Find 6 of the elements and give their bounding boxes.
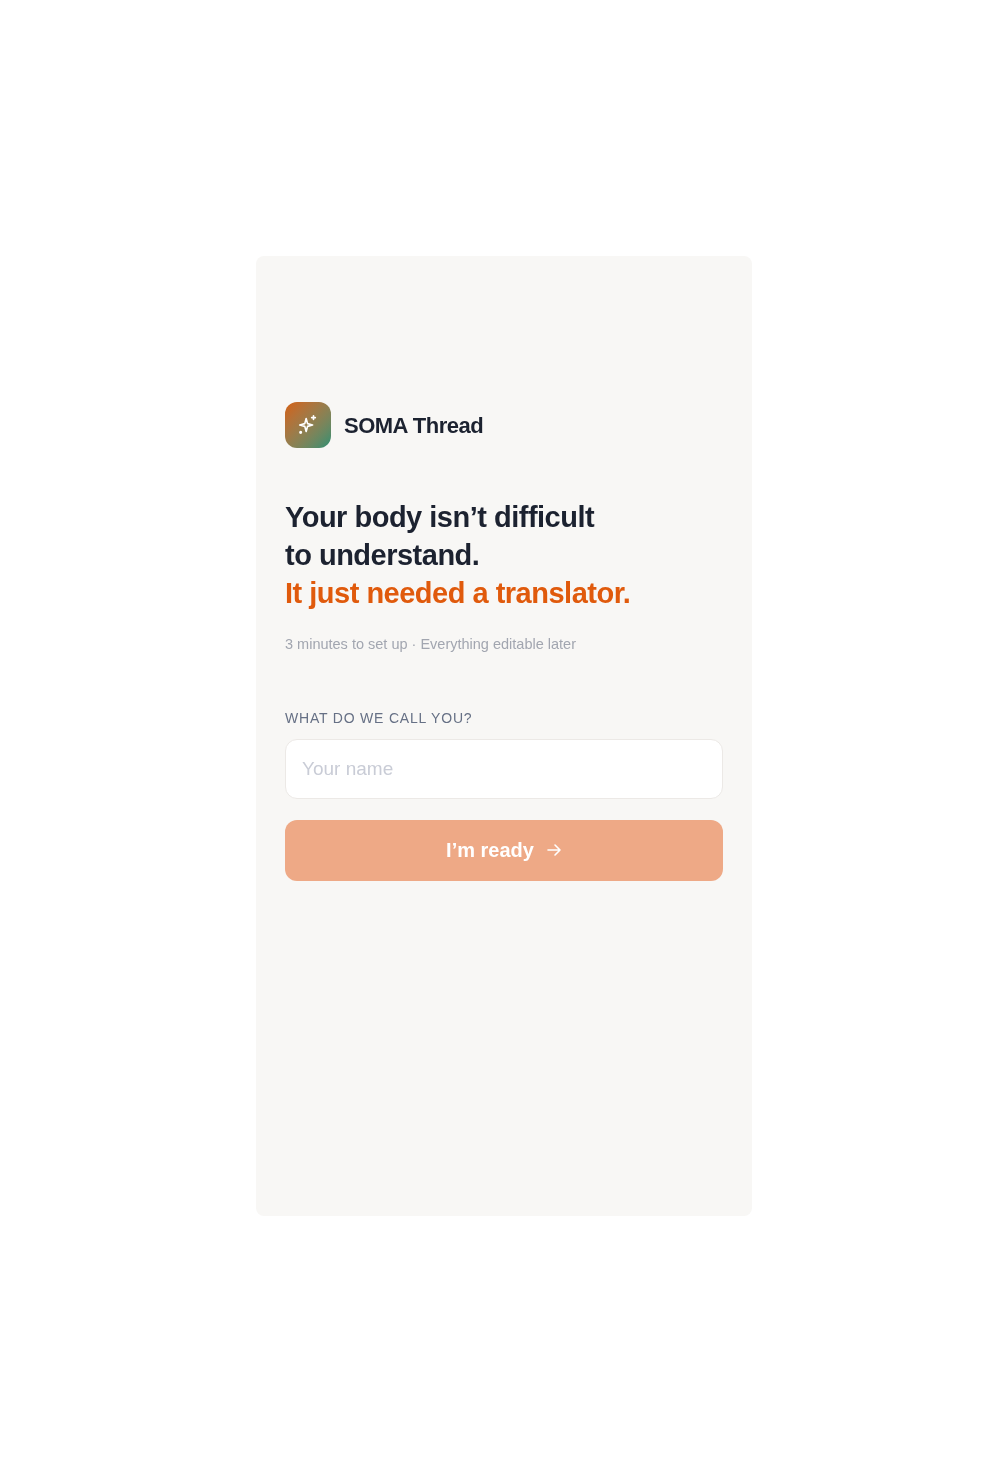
field-label: WHAT DO WE CALL YOU?: [285, 708, 474, 728]
headline: Your body isn’t difficult to understand. It just needed a translator.: [285, 500, 632, 611]
subtitle: 3 minutes to set up · Everything editable later: [285, 635, 577, 654]
arrow-right-icon: [545, 842, 562, 859]
brand-name: SOMA Thread: [344, 411, 484, 440]
sparkle-logo-icon: [285, 402, 331, 448]
